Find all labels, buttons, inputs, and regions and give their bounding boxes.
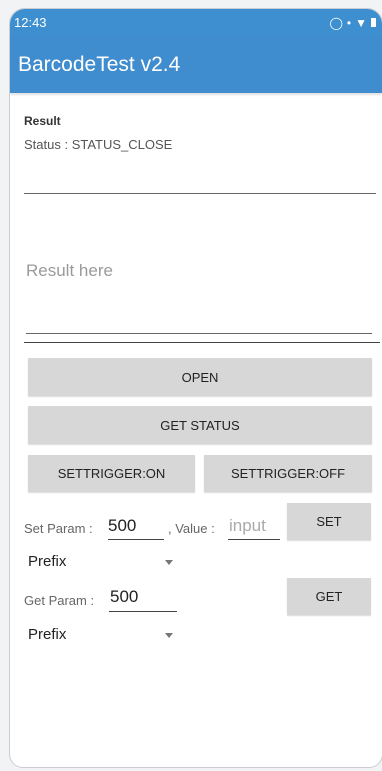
result-heading: Result bbox=[24, 114, 61, 128]
get-param-label: Get Param : bbox=[24, 593, 95, 608]
set-param-underline bbox=[108, 539, 164, 540]
result-field-underline bbox=[26, 333, 372, 334]
wifi-icon: ▼ bbox=[355, 15, 367, 30]
battery-icon bbox=[371, 18, 376, 27]
phone-screen: 12:43 ◯ • ▼ BarcodeTest v2.4 Result Stat… bbox=[9, 8, 382, 768]
chevron-down-icon[interactable] bbox=[165, 633, 173, 638]
settrigger-on-button[interactable]: SETTRIGGER:ON bbox=[28, 455, 195, 492]
divider bbox=[24, 193, 376, 194]
status-icons: ◯ • ▼ bbox=[329, 16, 382, 30]
value-input-underline bbox=[228, 539, 280, 540]
divider bbox=[24, 342, 380, 343]
get-button[interactable]: GET bbox=[287, 578, 371, 615]
app-title: BarcodeTest v2.4 bbox=[18, 52, 181, 76]
get-param-input[interactable]: 500 bbox=[110, 587, 138, 607]
value-input[interactable]: input bbox=[229, 516, 266, 536]
result-text-field[interactable]: Result here bbox=[26, 261, 113, 281]
set-param-input[interactable]: 500 bbox=[108, 516, 136, 536]
get-param-spinner[interactable]: Prefix bbox=[28, 626, 66, 643]
get-status-button[interactable]: GET STATUS bbox=[28, 406, 372, 444]
status-time: 12:43 bbox=[14, 15, 47, 30]
status-text: Status : STATUS_CLOSE bbox=[24, 137, 173, 152]
get-param-underline bbox=[109, 611, 177, 612]
open-button[interactable]: OPEN bbox=[28, 358, 372, 396]
settrigger-off-button[interactable]: SETTRIGGER:OFF bbox=[204, 455, 372, 492]
app-bar: BarcodeTest v2.4 bbox=[10, 36, 382, 93]
status-bar: 12:43 ◯ • ▼ bbox=[10, 9, 382, 36]
dot-icon: • bbox=[346, 15, 352, 30]
set-button[interactable]: SET bbox=[287, 503, 371, 540]
set-param-label: Set Param : bbox=[24, 521, 93, 536]
chevron-down-icon[interactable] bbox=[165, 560, 173, 565]
vibrate-icon: ◯ bbox=[329, 15, 343, 30]
value-label: , Value : bbox=[168, 521, 215, 536]
set-param-spinner[interactable]: Prefix bbox=[28, 553, 66, 570]
